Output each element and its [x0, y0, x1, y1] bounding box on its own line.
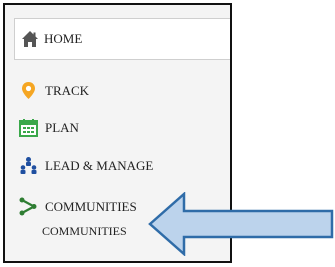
subnav-item-communities[interactable]: COMMUNITIES — [42, 224, 127, 239]
nav-item-communities-label: COMMUNITIES — [45, 198, 137, 214]
nav-item-home[interactable]: HOME — [14, 18, 230, 60]
calendar-icon — [19, 118, 38, 137]
nav-item-lead-manage-label: LEAD & MANAGE — [45, 157, 154, 173]
nav-item-plan[interactable]: PLAN — [19, 118, 79, 137]
nav-item-communities[interactable]: COMMUNITIES — [19, 197, 137, 216]
share-nodes-icon — [19, 197, 38, 216]
org-chart-icon — [19, 156, 38, 175]
nav-item-track-label: TRACK — [45, 82, 90, 98]
location-pin-icon — [19, 81, 38, 100]
nav-item-track[interactable]: TRACK — [19, 81, 89, 100]
nav-item-home-label: HOME — [44, 31, 83, 46]
callout-arrow — [148, 192, 334, 256]
home-icon — [21, 30, 39, 48]
nav-item-plan-label: PLAN — [45, 119, 79, 135]
nav-item-lead-manage[interactable]: LEAD & MANAGE — [19, 156, 153, 175]
